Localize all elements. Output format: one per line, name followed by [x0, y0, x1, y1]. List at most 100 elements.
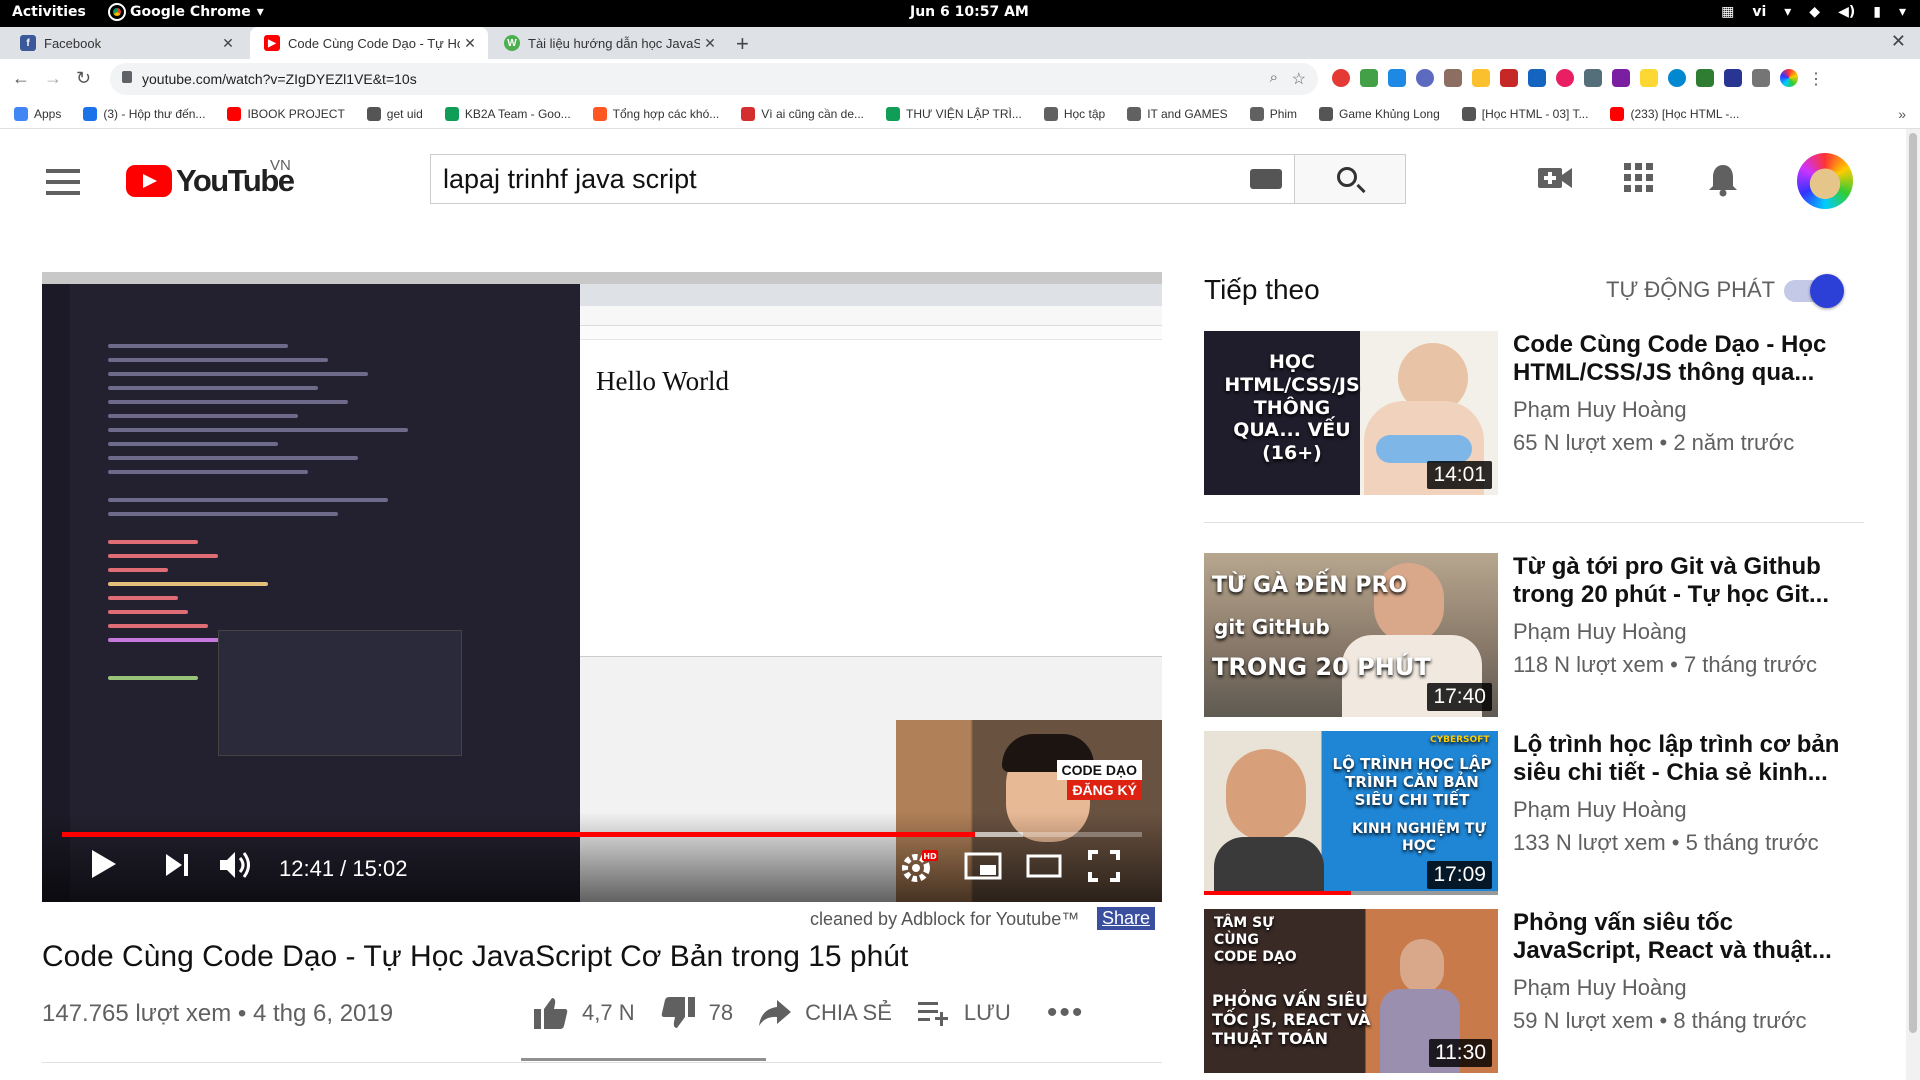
new-tab-button[interactable]: +	[736, 31, 749, 57]
extension-icon[interactable]	[1612, 69, 1630, 87]
channel-name[interactable]: Phạm Huy Hoàng	[1513, 975, 1687, 1001]
extension-icon[interactable]	[1696, 69, 1714, 87]
bookmark-vi-ai[interactable]: Vì ai cũng cần de...	[741, 106, 864, 121]
video-player[interactable]: Hello World CODE DẠO ĐĂNG KÝ 12:41 / 15:…	[42, 272, 1162, 902]
forward-button[interactable]: →	[44, 68, 62, 89]
like-count: 4,7 N	[582, 1000, 635, 1025]
bookmark-game-khung-long[interactable]: Game Khủng Long	[1319, 106, 1440, 121]
bookmark-folder-hoc-tap[interactable]: Học tập	[1043, 106, 1105, 121]
autoplay-toggle[interactable]	[1784, 274, 1844, 308]
adblock-extension-icon[interactable]	[1332, 69, 1350, 87]
video-thumbnail[interactable]: HỌC HTML/CSS/JS THÔNG QUA... VẾU (16+) 1…	[1204, 331, 1498, 495]
video-title[interactable]: Từ gà tới pro Git và Github trong 20 phú…	[1513, 553, 1853, 609]
more-bookmarks-icon[interactable]: »	[1898, 106, 1906, 122]
notifications-bell-icon[interactable]	[1708, 163, 1738, 197]
extension-icon[interactable]	[1668, 69, 1686, 87]
close-icon[interactable]: ✕	[460, 35, 480, 52]
youtube-header: YouTube VN lapaj trinhf java script	[0, 129, 1906, 229]
extension-icon[interactable]	[1500, 69, 1518, 87]
save-button[interactable]: LƯU	[917, 1000, 1011, 1026]
app-menu[interactable]: Google Chrome ▾	[108, 3, 264, 21]
adblock-share-link[interactable]: Share	[1097, 907, 1156, 930]
profile-avatar-icon[interactable]	[1780, 69, 1798, 87]
search-icon[interactable]: ⌕	[1270, 69, 1278, 86]
extension-icon[interactable]	[1724, 69, 1742, 87]
extension-icon[interactable]	[1556, 69, 1574, 87]
bookmark-inbox[interactable]: (3) - Hộp thư đến...	[83, 106, 205, 121]
miniplayer-icon[interactable]	[964, 852, 1002, 880]
close-icon[interactable]: ✕	[700, 35, 720, 52]
plus-site-icon	[886, 106, 900, 121]
input-language[interactable]: vi	[1752, 4, 1766, 20]
more-actions-icon[interactable]: •••	[1047, 996, 1085, 1030]
extension-icon[interactable]	[1472, 69, 1490, 87]
close-icon[interactable]: ✕	[218, 35, 238, 52]
bookmark-thu-vien[interactable]: THƯ VIỆN LẬP TRÌ...	[886, 106, 1022, 121]
play-icon[interactable]	[90, 848, 118, 880]
bookmark-folder-phim[interactable]: Phim	[1249, 106, 1297, 121]
keyboard-icon[interactable]	[1250, 169, 1282, 189]
bookmark-apps[interactable]: Apps	[14, 106, 61, 121]
video-title[interactable]: Phỏng vấn siêu tốc JavaScript, React và …	[1513, 909, 1853, 965]
share-button[interactable]: CHIA SẺ	[759, 1000, 892, 1026]
settings-gear-icon[interactable]: HD	[902, 850, 938, 882]
extension-icon[interactable]	[1416, 69, 1434, 87]
window-close-button[interactable]: ✕	[1891, 31, 1906, 52]
activities-button[interactable]: Activities	[12, 4, 86, 20]
video-thumbnail[interactable]: TỪ GÀ ĐẾN PRO git GitHub TRONG 20 PHÚT 1…	[1204, 553, 1498, 717]
progress-bar[interactable]	[62, 832, 1142, 837]
page-scrollbar[interactable]	[1906, 129, 1920, 1080]
battery-icon: ▮	[1873, 4, 1881, 20]
search-input[interactable]: lapaj trinhf java script	[430, 154, 1294, 204]
recommended-video[interactable]: CYBERSOFT LỘ TRÌNH HỌC LẬP TRÌNH CĂN BẢN…	[1204, 731, 1864, 895]
bookmark-hoc-html-03[interactable]: [Học HTML - 03] T...	[1461, 106, 1588, 121]
recommended-video[interactable]: TÂM SỰ CÙNG CODE DẠO PHỎNG VẤN SIÊU TỐC …	[1204, 909, 1864, 1073]
search-icon	[1337, 167, 1357, 187]
recommended-video[interactable]: TỪ GÀ ĐẾN PRO git GitHub TRONG 20 PHÚT 1…	[1204, 553, 1864, 717]
channel-name[interactable]: Phạm Huy Hoàng	[1513, 397, 1687, 423]
video-thumbnail[interactable]: CYBERSOFT LỘ TRÌNH HỌC LẬP TRÌNH CĂN BẢN…	[1204, 731, 1498, 895]
video-title[interactable]: Lộ trình học lập trình cơ bản siêu chi t…	[1513, 731, 1853, 787]
bookmark-folder-it-games[interactable]: IT and GAMES	[1127, 106, 1228, 121]
bookmark-hoc-html-233[interactable]: (233) [Học HTML -...	[1610, 106, 1739, 121]
extension-icon[interactable]	[1584, 69, 1602, 87]
tab-facebook[interactable]: f Facebook ✕	[6, 27, 246, 59]
fullscreen-icon[interactable]	[1088, 850, 1120, 882]
bookmark-tong-hop[interactable]: Tổng hợp các khó...	[592, 106, 719, 121]
apps-grid-icon[interactable]	[1624, 163, 1654, 193]
tab-javascript-docs[interactable]: W Tài liệu hướng dẫn học JavaSc ✕	[490, 27, 728, 59]
channel-name[interactable]: Phạm Huy Hoàng	[1513, 619, 1687, 645]
hamburger-menu-icon[interactable]	[46, 169, 80, 202]
search-button[interactable]	[1294, 154, 1406, 204]
address-bar[interactable]: youtube.com/watch?v=ZIgDYEZl1VE&t=10s ⌕ …	[110, 63, 1318, 95]
volume-icon[interactable]	[218, 850, 254, 880]
youtube-logo[interactable]: YouTube VN	[126, 157, 295, 199]
back-button[interactable]: ←	[12, 68, 30, 89]
shield-extension-icon[interactable]	[1528, 69, 1546, 87]
theater-mode-icon[interactable]	[1026, 854, 1062, 878]
like-button[interactable]: 4,7 N	[534, 997, 635, 1029]
recommended-video[interactable]: HỌC HTML/CSS/JS THÔNG QUA... VẾU (16+) 1…	[1204, 331, 1864, 495]
bookmark-kb2a-team[interactable]: KB2A Team - Goo...	[444, 106, 571, 121]
tab-youtube-video[interactable]: ▶ Code Cùng Code Dạo - Tự Học ✕	[250, 27, 488, 59]
extension-icon[interactable]	[1360, 69, 1378, 87]
menu-kebab-icon[interactable]: ⋮	[1808, 69, 1824, 89]
tab-title: Tài liệu hướng dẫn học JavaSc	[528, 35, 700, 51]
extension-icon[interactable]	[1444, 69, 1462, 87]
bookmark-ibook-project[interactable]: IBOOK PROJECT	[227, 106, 345, 121]
bookmark-get-uid[interactable]: get uid	[366, 106, 423, 121]
translate-extension-icon[interactable]	[1388, 69, 1406, 87]
bookmark-star-icon[interactable]: ☆	[1292, 69, 1306, 89]
channel-name[interactable]: Phạm Huy Hoàng	[1513, 797, 1687, 823]
extension-icon[interactable]	[1752, 69, 1770, 87]
user-avatar[interactable]	[1797, 153, 1853, 209]
system-tray[interactable]: ▦ vi ▾ ◆ ◀) ▮ ▾	[1721, 4, 1906, 20]
dislike-button[interactable]: 78	[661, 997, 733, 1029]
create-video-icon[interactable]	[1538, 163, 1574, 193]
clock[interactable]: Jun 6 10:57 AM	[910, 4, 1029, 20]
video-thumbnail[interactable]: TÂM SỰ CÙNG CODE DẠO PHỎNG VẤN SIÊU TỐC …	[1204, 909, 1498, 1073]
reload-button[interactable]: ↻	[76, 68, 91, 89]
video-title[interactable]: Code Cùng Code Dạo - Học HTML/CSS/JS thô…	[1513, 331, 1853, 387]
next-video-icon[interactable]	[164, 852, 190, 878]
extension-icon[interactable]	[1640, 69, 1658, 87]
